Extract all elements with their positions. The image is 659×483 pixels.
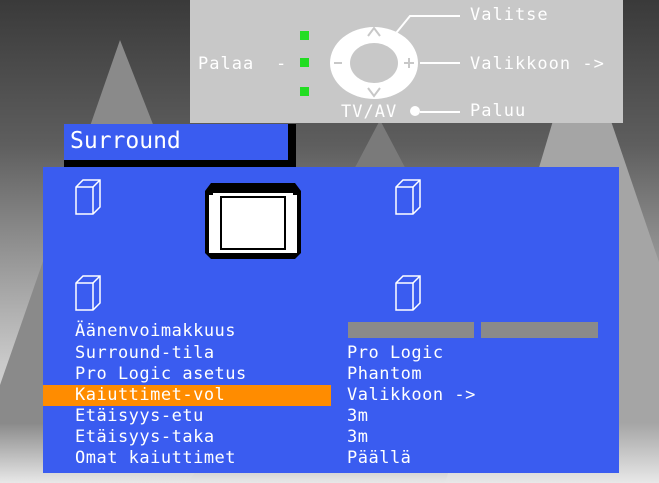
menu-row-label: Etäisyys-etu [75, 406, 204, 426]
front-left-speaker-icon [75, 179, 101, 215]
select-connector-line [391, 15, 460, 39]
menu-row-label: Etäisyys-taka [75, 427, 215, 447]
menu-title: Surround [70, 128, 181, 154]
menu-row-volume[interactable]: Äänenvoimakkuus [43, 321, 619, 342]
back-label: Palaa [198, 54, 255, 74]
menu-row-label: Kaiuttimet-vol [75, 385, 226, 405]
menu-row-label: Äänenvoimakkuus [75, 321, 237, 341]
menu-row-rear-distance[interactable]: Etäisyys-taka 3m [43, 427, 619, 448]
menu-row-label: Pro Logic asetus [75, 364, 247, 384]
menu-row-value: Pro Logic [347, 343, 444, 363]
menu-row-own-speakers[interactable]: Omat kaiuttimet Päällä [43, 448, 619, 469]
tvav-label: TV/AV [341, 102, 398, 122]
dash-label: - [276, 54, 288, 74]
remote-help-panel: Palaa - Valitse Valikkoon -> TV/AV Paluu [190, 0, 623, 123]
front-right-speaker-icon [395, 179, 421, 215]
menu-row-label: Surround-tila [75, 343, 215, 363]
tvav-button-icon [410, 106, 420, 116]
menu-row-label: Omat kaiuttimet [75, 448, 237, 468]
tv-icon [205, 183, 301, 259]
menu-row-value: Päällä [347, 448, 412, 468]
menu-row-value: 3m [347, 427, 369, 447]
return-connector-line [420, 111, 460, 113]
surround-menu-panel: Äänenvoimakkuus Surround-tila Pro Logic … [43, 167, 619, 473]
green-indicator-middle [300, 58, 309, 67]
menu-row-value: Valikkoon -> [347, 385, 476, 405]
green-indicator-top [300, 31, 309, 40]
return-label: Paluu [470, 101, 527, 121]
green-indicator-bottom [300, 87, 309, 96]
menu-row-front-distance[interactable]: Etäisyys-etu 3m [43, 406, 619, 427]
menu-row-speaker-volume[interactable]: Kaiuttimet-vol Valikkoon -> [43, 385, 619, 406]
menu-row-value: Phantom [347, 364, 423, 384]
menu-connector-line [420, 62, 460, 64]
rear-right-speaker-icon [395, 275, 421, 311]
menu-title-tab: Surround [64, 124, 296, 167]
menu-row-surround-mode[interactable]: Surround-tila Pro Logic [43, 343, 619, 364]
menu-label: Valikkoon -> [470, 54, 605, 74]
rear-left-speaker-icon [75, 275, 101, 311]
menu-row-pro-logic-setting[interactable]: Pro Logic asetus Phantom [43, 364, 619, 385]
select-label: Valitse [470, 5, 549, 25]
menu-row-value: 3m [347, 406, 369, 426]
